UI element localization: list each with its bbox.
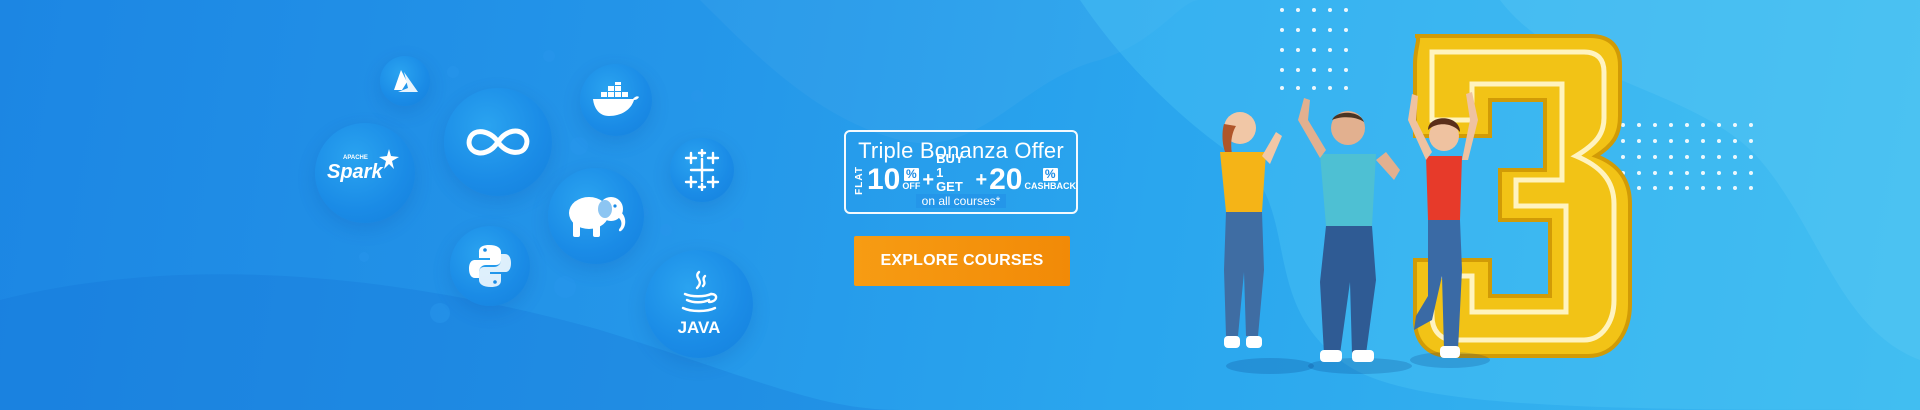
decor-dot [359,252,369,262]
offer-buy-line: BUY 1 [936,151,964,180]
decor-dot [543,50,555,62]
infinity-icon [466,128,530,156]
tech-java: JAVA [645,250,753,358]
spark-star-icon [379,149,399,169]
tech-docker [580,64,652,136]
java-cup-icon [681,270,718,313]
java-label: JAVA [677,318,721,337]
celebrating-people-illustration [1220,34,1632,374]
decor-dot [730,218,744,232]
docker-whale-icon [593,82,639,116]
tech-hadoop [548,168,644,264]
decor-dot [554,276,576,298]
offer-cashback-percent: % [1042,167,1058,181]
decor-dot [430,303,450,323]
promo-banner: APACHE Spark JAVA Triple Bonanza Offer F… [0,0,1920,410]
woman-yellow-shirt [1220,112,1282,348]
tech-spark: APACHE Spark [315,123,415,223]
decor-dot [691,90,703,102]
tech-azure [380,56,430,106]
tech-tableau [670,138,734,202]
decor-dot [447,66,459,78]
tech-python [450,226,530,306]
offer-plus: + [975,168,988,191]
offer-details: FLAT 10 % OFF + BUY 1 GET 1 + 20 % CASHB… [854,152,1077,208]
offer-flat-label: FLAT [854,165,865,195]
decor-dot [570,137,588,155]
azure-icon [394,70,418,92]
spark-label: Spark [327,161,383,183]
python-icon [469,245,511,287]
offer-discount-value: 10 [867,163,901,196]
offer-box: Triple Bonanza Offer FLAT 10 % OFF + BUY… [844,130,1078,214]
decor-dot [660,224,672,236]
man-teal-shirt [1298,98,1400,362]
offer-discount-percent: % [904,167,919,181]
hadoop-elephant-icon [569,197,626,237]
offer-note: on all courses* [915,194,1007,208]
offer-cashback-label: CASHBACK [1024,181,1077,191]
offer-cashback-value: 20 [989,163,1023,196]
tech-devops [444,88,552,196]
offer-off-label: OFF [902,181,921,191]
offer-plus: + [922,168,935,191]
explore-courses-button[interactable]: EXPLORE COURSES [854,236,1070,286]
tableau-icon [684,149,720,191]
